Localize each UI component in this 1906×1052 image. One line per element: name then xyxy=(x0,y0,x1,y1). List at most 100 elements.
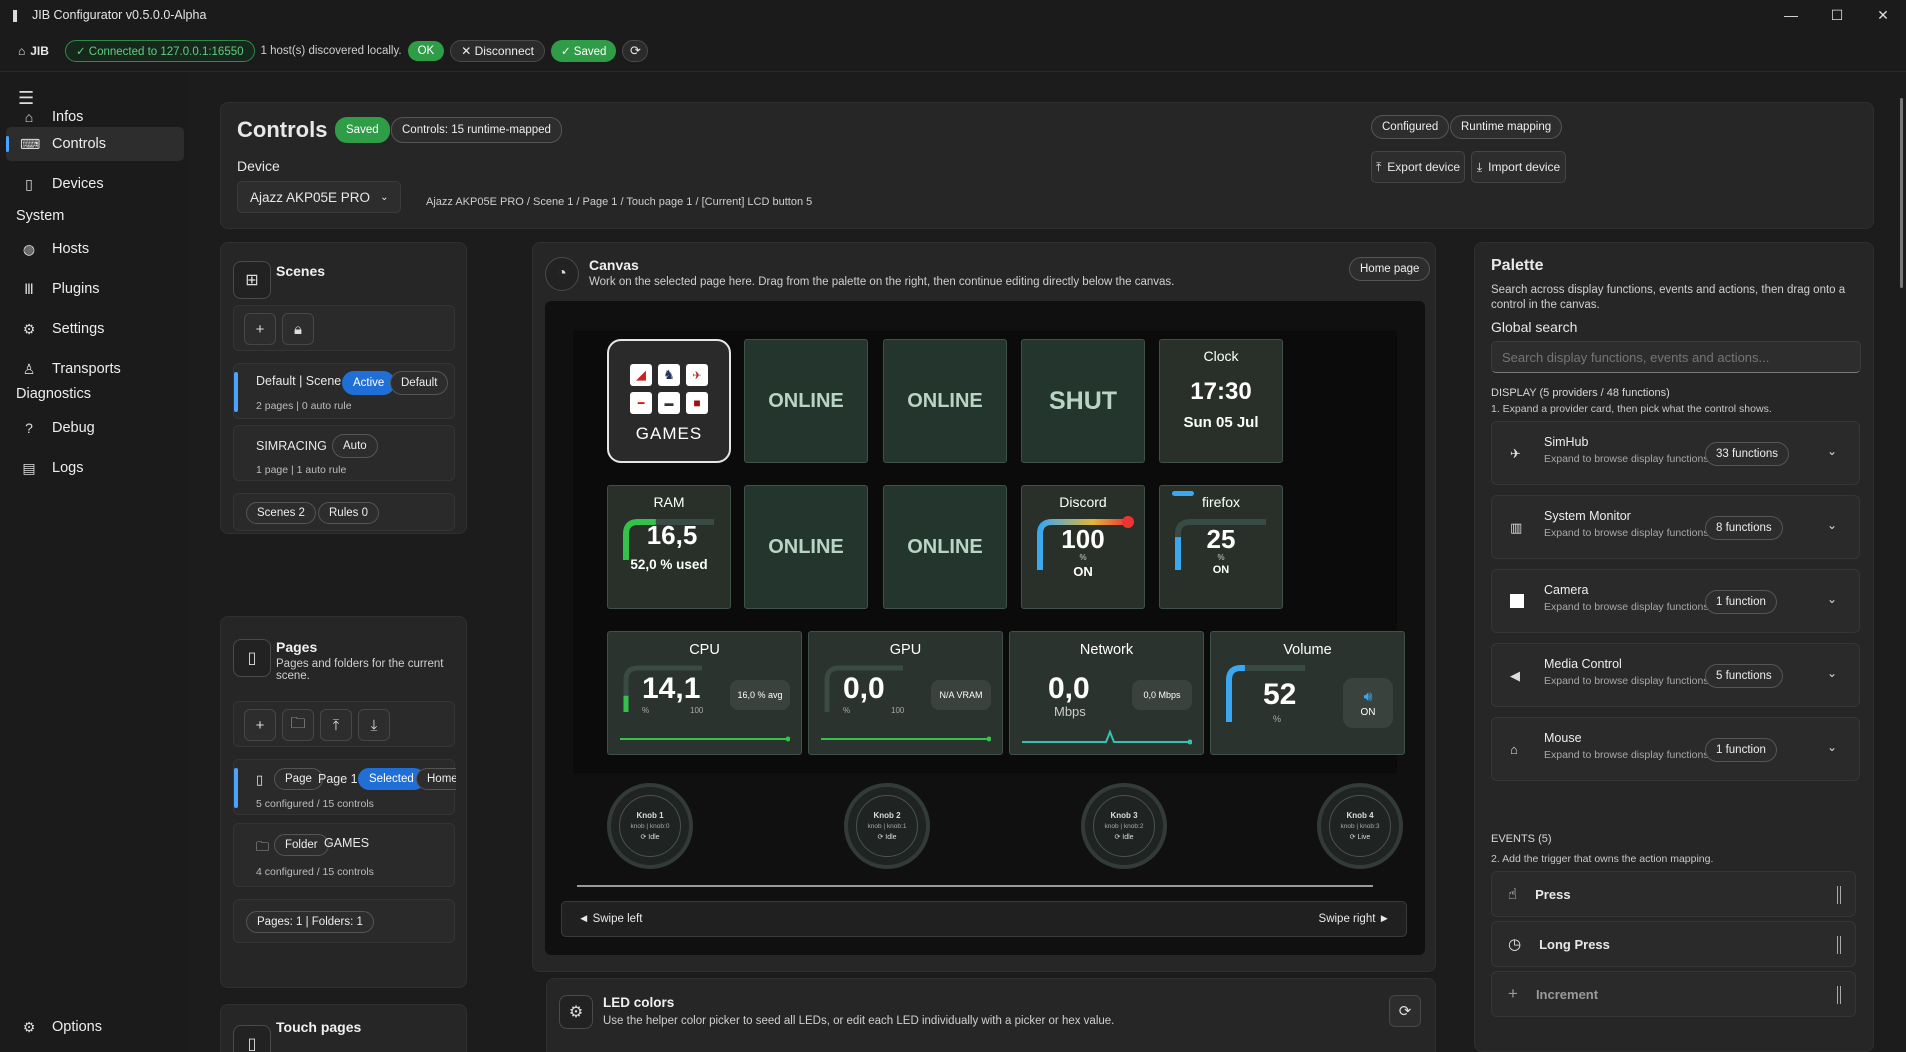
event-long-press[interactable]: ◷ Long Press xyxy=(1491,921,1856,967)
provider-simhub[interactable]: ✈ SimHub Expand to browse display functi… xyxy=(1491,421,1860,485)
disconnect-button[interactable]: ✕ Disconnect xyxy=(450,39,545,62)
refresh-button[interactable]: ⟳ xyxy=(622,39,649,62)
lcd-wide-cpu[interactable]: CPU 14,1 % 100 16,0 % avg xyxy=(607,631,802,755)
touch-icon: ▯ xyxy=(233,1025,271,1052)
touch-pages-card: ▯ Touch pages xyxy=(220,1004,467,1052)
move-down-button[interactable]: ⤓ xyxy=(358,709,390,741)
chevron-down-icon[interactable]: ⌄ xyxy=(1827,592,1837,606)
add-scene-button[interactable]: + xyxy=(244,313,276,345)
drag-handle-icon[interactable] xyxy=(1837,986,1841,1004)
firefox-indicator xyxy=(1172,491,1194,496)
lcd-button-clock[interactable]: Clock 17:30 Sun 05 Jul xyxy=(1159,339,1283,463)
sidebar-item-transports[interactable]: ♙ Transports xyxy=(6,352,184,386)
drag-handle-icon[interactable] xyxy=(1837,886,1841,904)
provider-desc: Expand to browse display functions xyxy=(1544,675,1708,687)
swipe-right-button[interactable]: Swipe right ► xyxy=(1319,913,1390,925)
home-page-button[interactable]: Home page xyxy=(1349,257,1431,281)
knob-id: knob | knob:0 xyxy=(630,822,670,830)
drag-handle-icon[interactable] xyxy=(1837,936,1841,954)
chevron-down-icon[interactable]: ⌄ xyxy=(1827,518,1837,532)
status-bar: ⌂ JIB ✓ Connected to 127.0.0.1:16550 1 h… xyxy=(0,30,1906,72)
ok-button[interactable]: OK xyxy=(407,40,445,61)
folder-item-games[interactable]: 🗀 Folder GAMES 4 configured / 15 control… xyxy=(233,823,455,887)
lcd-button-discord[interactable]: Discord 100 % ON xyxy=(1021,485,1145,609)
chevron-down-icon[interactable]: ⌄ xyxy=(1827,666,1837,680)
lcd-button-label: ONLINE xyxy=(907,535,983,558)
add-folder-button[interactable]: 🗀 xyxy=(282,709,314,741)
close-button[interactable]: ✕ xyxy=(1860,0,1906,30)
games-label: GAMES xyxy=(635,424,703,443)
clock-time: 17:30 xyxy=(1190,378,1252,405)
sidebar-item-logs[interactable]: ▤ Logs xyxy=(6,451,184,485)
folder-icon: 🗀 xyxy=(256,839,270,854)
sidebar-item-controls[interactable]: ⌨ Controls xyxy=(6,127,184,161)
knob-3[interactable]: Knob 3 knob | knob:2 ⟳ Idle xyxy=(1081,783,1167,869)
volume-label: Volume xyxy=(1283,642,1332,658)
lcd-button-games[interactable]: ◢ ♞ ✈ ━ ▬ ■ GAMES xyxy=(607,339,731,463)
knob-2[interactable]: Knob 2 knob | knob:1 ⟳ Idle xyxy=(844,783,930,869)
rules-count: Rules 0 xyxy=(318,502,379,524)
configured-chip[interactable]: Configured xyxy=(1371,115,1450,139)
move-up-button[interactable]: ⤒ xyxy=(320,709,352,741)
document-icon: ▤ xyxy=(22,459,36,476)
upload-icon: ⤒ xyxy=(332,716,340,734)
add-page-button[interactable]: + xyxy=(244,709,276,741)
scene-name: SIMRACING xyxy=(256,439,327,453)
page-item-page1[interactable]: ▯ Page Page 1 Selected Home 5 configured… xyxy=(233,759,456,815)
sidebar-item-plugins[interactable]: Ⅲ Plugins xyxy=(6,272,184,306)
lcd-button-shut[interactable]: SHUT xyxy=(1021,339,1145,463)
sidebar-item-hosts[interactable]: ◍ Hosts xyxy=(6,232,184,266)
sidebar-item-debug[interactable]: ? Debug xyxy=(6,411,184,445)
led-refresh-button[interactable]: ⟳ xyxy=(1389,995,1421,1027)
grid-icon: ⊞ xyxy=(233,261,271,299)
sidebar-item-options[interactable]: ⚙ Options xyxy=(6,1010,184,1044)
sidebar-item-devices[interactable]: ▯ Devices xyxy=(6,167,184,201)
scene-item-simracing[interactable]: SIMRACING Auto 1 page | 1 auto rule xyxy=(233,425,455,481)
import-device-button[interactable]: ⤓ Import device xyxy=(1471,151,1566,183)
lcd-wide-gpu[interactable]: GPU 0,0 % 100 N/A VRAM xyxy=(808,631,1003,755)
event-increment[interactable]: + Increment xyxy=(1491,971,1856,1017)
minimize-button[interactable]: — xyxy=(1768,0,1814,30)
auto-badge: Auto xyxy=(332,434,378,458)
lcd-button-online-4[interactable]: ONLINE xyxy=(883,485,1007,609)
sidebar-item-label: Debug xyxy=(52,420,95,436)
knob-1[interactable]: Knob 1 knob | knob:0 ⟳ Idle xyxy=(607,783,693,869)
chevron-down-icon[interactable]: ⌄ xyxy=(1827,740,1837,754)
device-select[interactable]: Ajazz AKP05E PRO ⌄ xyxy=(237,181,401,213)
sidebar-item-settings[interactable]: ⚙ Settings xyxy=(6,312,184,346)
swipe-left-button[interactable]: ◄ Swipe left xyxy=(578,913,642,925)
game-icon: ■ xyxy=(686,392,708,414)
lcd-button-online-3[interactable]: ONLINE xyxy=(744,485,868,609)
palette-desc: Search across display functions, events … xyxy=(1491,284,1846,311)
lcd-wide-network[interactable]: Network 0,0 Mbps 0,0 Mbps xyxy=(1009,631,1204,755)
runtime-mapping-chip[interactable]: Runtime mapping xyxy=(1450,115,1563,139)
event-press[interactable]: ☝ Press xyxy=(1491,871,1856,917)
lcd-button-firefox[interactable]: firefox 25 % ON xyxy=(1159,485,1283,609)
brand[interactable]: ⌂ JIB xyxy=(18,44,49,58)
provider-camera[interactable]: Camera Expand to browse display function… xyxy=(1491,569,1860,633)
global-search-input[interactable] xyxy=(1491,341,1861,373)
provider-media-control[interactable]: ◀ Media Control Expand to browse display… xyxy=(1491,643,1860,707)
lock-scene-button[interactable]: 🔒︎ xyxy=(282,313,314,345)
page-scrollbar[interactable] xyxy=(1900,98,1903,288)
maximize-button[interactable]: ☐ xyxy=(1814,0,1860,30)
chevron-down-icon[interactable]: ⌄ xyxy=(1827,444,1837,458)
provider-name: Camera xyxy=(1544,583,1589,597)
export-device-button[interactable]: ⤒ Export device xyxy=(1371,151,1465,183)
firefox-gauge xyxy=(1175,519,1266,570)
scene-item-default[interactable]: Default | Scene 1 Active Default 2 pages… xyxy=(233,363,455,419)
lcd-button-online-1[interactable]: ONLINE xyxy=(744,339,868,463)
provider-name: Mouse xyxy=(1544,731,1582,745)
gpu-side-badge: N/A VRAM xyxy=(931,680,991,710)
folder-name: GAMES xyxy=(324,836,370,850)
event-name: Long Press xyxy=(1539,936,1610,952)
sidebar-item-label: Devices xyxy=(52,176,104,192)
provider-mouse[interactable]: ⌂ Mouse Expand to browse display functio… xyxy=(1491,717,1860,781)
sidebar-item-label: Transports xyxy=(52,361,121,377)
knob-4[interactable]: Knob 4 knob | knob:3 ⟳ Live xyxy=(1317,783,1403,869)
lcd-button-ram[interactable]: RAM 16,5 52,0 % used xyxy=(607,485,731,609)
lcd-wide-volume[interactable]: Volume 52 % 🔊︎ ON xyxy=(1210,631,1405,755)
download-icon: ⤓ xyxy=(370,716,378,734)
provider-system-monitor[interactable]: ▥ System Monitor Expand to browse displa… xyxy=(1491,495,1860,559)
lcd-button-online-2[interactable]: ONLINE xyxy=(883,339,1007,463)
